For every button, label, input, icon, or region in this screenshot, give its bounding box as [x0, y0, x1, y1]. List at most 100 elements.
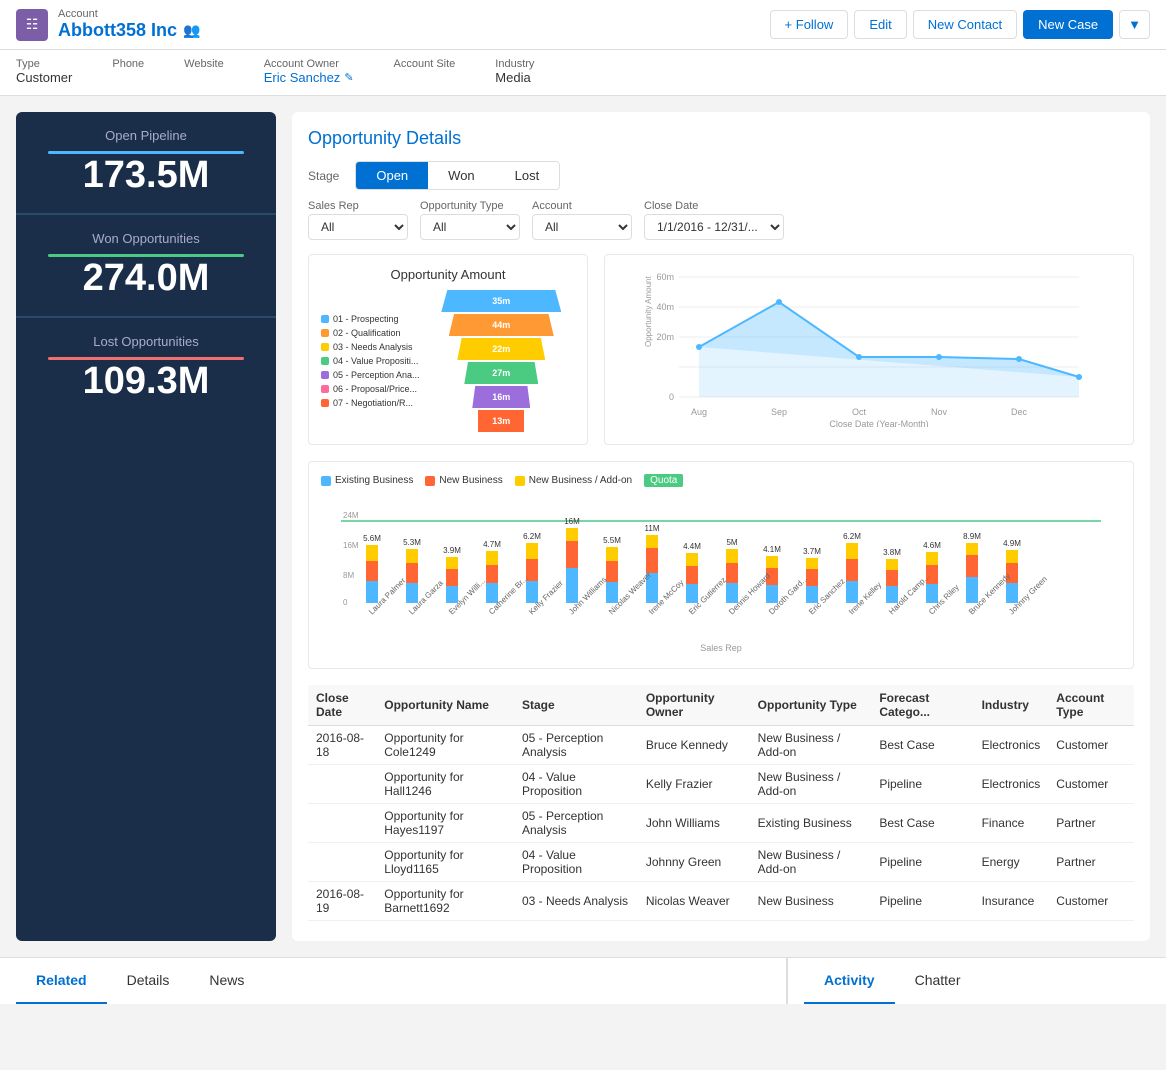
cell-opp-name[interactable]: Opportunity for Bridges657 — [376, 921, 514, 926]
funnel-bar-2: 44m — [449, 314, 554, 336]
svg-text:Sales Rep: Sales Rep — [700, 643, 742, 653]
cell-opp-name[interactable]: Opportunity for Barnett1692 — [376, 882, 514, 921]
cell-owner: Nicolas Weaver — [638, 882, 750, 921]
cell-type: Existing Business — [750, 804, 872, 843]
col-forecast: Forecast Catego... — [871, 685, 973, 726]
svg-text:40m: 40m — [656, 302, 674, 312]
svg-text:4.4M: 4.4M — [683, 542, 701, 551]
cell-opp-name[interactable]: Opportunity for Lloyd1165 — [376, 843, 514, 882]
cell-date — [308, 843, 376, 882]
svg-text:3.9M: 3.9M — [443, 546, 461, 555]
svg-text:16M: 16M — [343, 541, 359, 550]
svg-text:Close Date (Year-Month): Close Date (Year-Month) — [829, 419, 928, 427]
bottom-area: Related Details News Activity Chatter — [0, 957, 1166, 1004]
tab-won[interactable]: Won — [428, 162, 495, 189]
account-name: Abbott358 Inc — [58, 20, 177, 41]
dropdown-button[interactable]: ▼ — [1119, 10, 1150, 39]
legend-addon: New Business / Add-on — [515, 475, 632, 486]
svg-text:16M: 16M — [564, 517, 580, 526]
table-body: 2016-08-18 Opportunity for Cole1249 05 -… — [308, 726, 1134, 926]
type-value: Customer — [16, 70, 72, 85]
account-meta: Account Abbott358 Inc 👥 — [58, 8, 200, 41]
cell-account-type: Customer — [1048, 726, 1134, 765]
cell-opp-name[interactable]: Opportunity for Cole1249 — [376, 726, 514, 765]
follow-button[interactable]: + Follow — [770, 10, 849, 39]
tab-lost[interactable]: Lost — [495, 162, 560, 189]
line-chart-svg: 60m 40m 20m 0 Opportunity Amount — [617, 267, 1121, 427]
cell-owner: Kelly Frazier — [638, 765, 750, 804]
oppty-type-select[interactable]: All — [420, 214, 520, 240]
svg-text:4.7M: 4.7M — [483, 540, 501, 549]
tab-related[interactable]: Related — [16, 958, 107, 1004]
oppty-type-filter: Opportunity Type All — [420, 200, 520, 240]
oppty-type-label: Opportunity Type — [420, 200, 520, 212]
people-icon[interactable]: 👥 — [183, 22, 200, 39]
svg-text:8M: 8M — [343, 571, 354, 580]
svg-text:4.6M: 4.6M — [923, 541, 941, 550]
cell-stage: 02 - Qualification — [514, 921, 638, 926]
header-actions: + Follow Edit New Contact New Case ▼ — [770, 10, 1150, 39]
stage-filter-row: Stage Open Won Lost — [308, 161, 1134, 190]
cell-forecast: Pipeline — [871, 765, 973, 804]
table-row: Opportunity for Bridges657 02 - Qualific… — [308, 921, 1134, 926]
sales-rep-select[interactable]: All — [308, 214, 408, 240]
tab-open[interactable]: Open — [356, 162, 428, 189]
legend-qualification: 02 - Qualification — [321, 328, 420, 338]
account-label: Account — [58, 8, 200, 20]
right-panel: Opportunity Details Stage Open Won Lost … — [292, 112, 1150, 941]
owner-value[interactable]: Eric Sanchez ✎ — [264, 70, 354, 85]
account-name-row: Abbott358 Inc 👥 — [58, 20, 200, 41]
cell-stage: 04 - Value Proposition — [514, 765, 638, 804]
table-row: 2016-08-18 Opportunity for Cole1249 05 -… — [308, 726, 1134, 765]
cell-type: New Business — [750, 882, 872, 921]
main-content: Open Pipeline 173.5M Won Opportunities 2… — [0, 96, 1166, 957]
svg-text:0: 0 — [669, 392, 674, 402]
table-row: Opportunity for Hayes1197 05 - Perceptio… — [308, 804, 1134, 843]
svg-text:6.2M: 6.2M — [523, 532, 541, 541]
tab-details[interactable]: Details — [107, 958, 190, 1004]
tab-news[interactable]: News — [189, 958, 264, 1004]
account-filter-label: Account — [532, 200, 632, 212]
site-label: Account Site — [394, 58, 456, 70]
close-date-select[interactable]: 1/1/2016 - 12/31/... — [644, 214, 784, 240]
website-field: Website — [184, 58, 224, 85]
edit-button[interactable]: Edit — [854, 10, 906, 39]
cell-account-type: Customer — [1048, 921, 1134, 926]
cell-opp-name[interactable]: Opportunity for Hall1246 — [376, 765, 514, 804]
cell-account-type: Customer — [1048, 882, 1134, 921]
table-header-row: Close Date Opportunity Name Stage Opport… — [308, 685, 1134, 726]
col-stage: Stage — [514, 685, 638, 726]
new-case-button[interactable]: New Case — [1023, 10, 1113, 39]
col-industry: Industry — [974, 685, 1049, 726]
cell-stage: 03 - Needs Analysis — [514, 882, 638, 921]
won-opps-section: Won Opportunities 274.0M — [16, 215, 276, 318]
svg-text:4.9M: 4.9M — [1003, 539, 1021, 548]
bottom-tabs-left: Related Details News — [0, 957, 786, 1004]
svg-text:Sep: Sep — [771, 407, 787, 417]
cell-industry: Banking — [974, 921, 1049, 926]
cell-date: 2016-08-19 — [308, 882, 376, 921]
tab-chatter[interactable]: Chatter — [895, 958, 981, 1004]
svg-text:11M: 11M — [645, 524, 660, 533]
page-header: ☷ Account Abbott358 Inc 👥 + Follow Edit … — [0, 0, 1166, 50]
cell-account-type: Partner — [1048, 843, 1134, 882]
funnel-chart-box: Opportunity Amount 01 - Prospecting 02 -… — [308, 254, 588, 445]
cell-owner: Bruce Kennedy — [638, 726, 750, 765]
phone-label: Phone — [112, 58, 144, 70]
left-panel: Open Pipeline 173.5M Won Opportunities 2… — [16, 112, 276, 941]
new-contact-button[interactable]: New Contact — [913, 10, 1017, 39]
account-select[interactable]: All — [532, 214, 632, 240]
won-opps-value: 274.0M — [32, 257, 260, 300]
bar-chart-svg: 24M 16M 8M 0 5.6M 5.3M 3.9M — [321, 493, 1121, 653]
cell-forecast: Pipeline — [871, 882, 973, 921]
industry-label: Industry — [495, 58, 534, 70]
svg-text:24M: 24M — [343, 511, 359, 520]
svg-text:3.8M: 3.8M — [883, 548, 901, 557]
sales-rep-label: Sales Rep — [308, 200, 408, 212]
cell-owner: Johnny Green — [638, 843, 750, 882]
funnel-bar-1: 35m — [441, 290, 561, 312]
cell-forecast: Best Case — [871, 804, 973, 843]
bar-chart-legend: Existing Business New Business New Busin… — [321, 474, 1121, 487]
tab-activity[interactable]: Activity — [804, 958, 895, 1004]
cell-opp-name[interactable]: Opportunity for Hayes1197 — [376, 804, 514, 843]
